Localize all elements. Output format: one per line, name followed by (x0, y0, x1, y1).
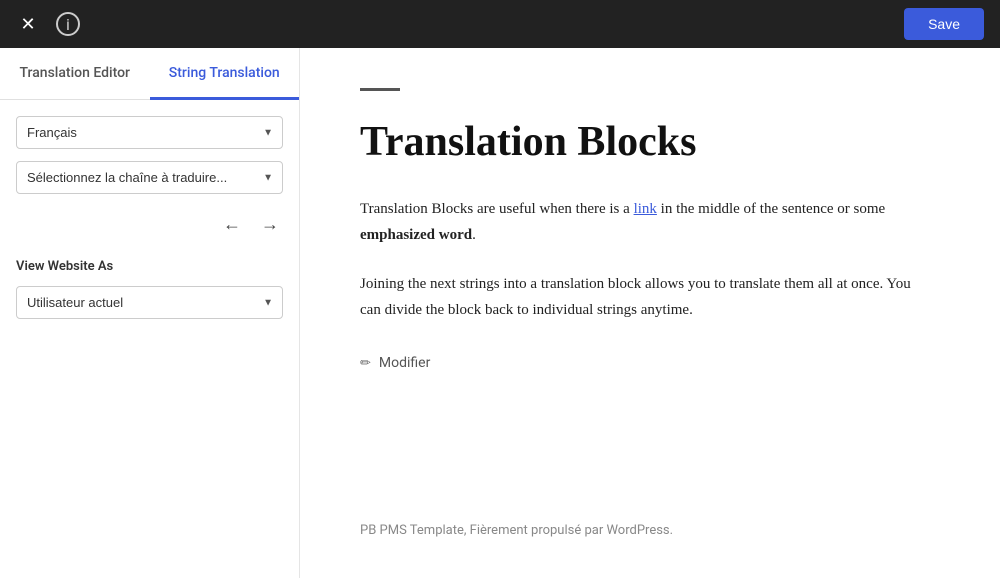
string-select[interactable]: Sélectionnez la chaîne à traduire... (16, 161, 283, 194)
info-button[interactable]: i (56, 12, 80, 36)
sidebar-content: Français English Español Deutsch Sélecti… (0, 100, 299, 335)
close-button[interactable]: ✕ (16, 12, 40, 36)
content-divider (360, 88, 400, 91)
forward-arrow-button[interactable]: → (257, 210, 283, 239)
paragraph-1-start: Translation Blocks are useful when there… (360, 201, 634, 217)
back-arrow-button[interactable]: ← (219, 210, 245, 239)
string-select-wrapper[interactable]: Sélectionnez la chaîne à traduire... (16, 161, 283, 194)
page-title: Translation Blocks (360, 119, 920, 165)
edit-icon: ✏ (360, 356, 371, 371)
paragraph-1-end: in the middle of the sentence or some (657, 201, 885, 217)
tab-translation-editor[interactable]: Translation Editor (0, 49, 150, 100)
arrow-row: ← → (16, 206, 283, 243)
paragraph-1-bold: emphasized word (360, 227, 472, 243)
language-select[interactable]: Français English Español Deutsch (16, 116, 283, 149)
paragraph-1-link[interactable]: link (634, 201, 657, 217)
sidebar: Translation Editor String Translation Fr… (0, 48, 300, 578)
language-select-wrapper[interactable]: Français English Español Deutsch (16, 116, 283, 149)
footer-text: PB PMS Template, Fièrement propulsé par … (360, 463, 920, 538)
paragraph-1-final: . (472, 227, 476, 243)
content-area: Translation Blocks Translation Blocks ar… (300, 48, 1000, 578)
user-select[interactable]: Utilisateur actuel Administrateur (16, 286, 283, 319)
tabs: Translation Editor String Translation (0, 48, 299, 100)
tab-string-translation[interactable]: String Translation (150, 49, 300, 100)
paragraph-2: Joining the next strings into a translat… (360, 272, 920, 323)
save-button[interactable]: Save (904, 8, 984, 40)
modifier-label[interactable]: Modifier (379, 355, 430, 371)
top-bar: ✕ i Save (0, 0, 1000, 48)
user-select-wrapper[interactable]: Utilisateur actuel Administrateur (16, 286, 283, 319)
main-layout: Translation Editor String Translation Fr… (0, 48, 1000, 578)
paragraph-1: Translation Blocks are useful when there… (360, 197, 920, 248)
modifier-row[interactable]: ✏ Modifier (360, 355, 920, 371)
view-as-label: View Website As (16, 259, 283, 274)
